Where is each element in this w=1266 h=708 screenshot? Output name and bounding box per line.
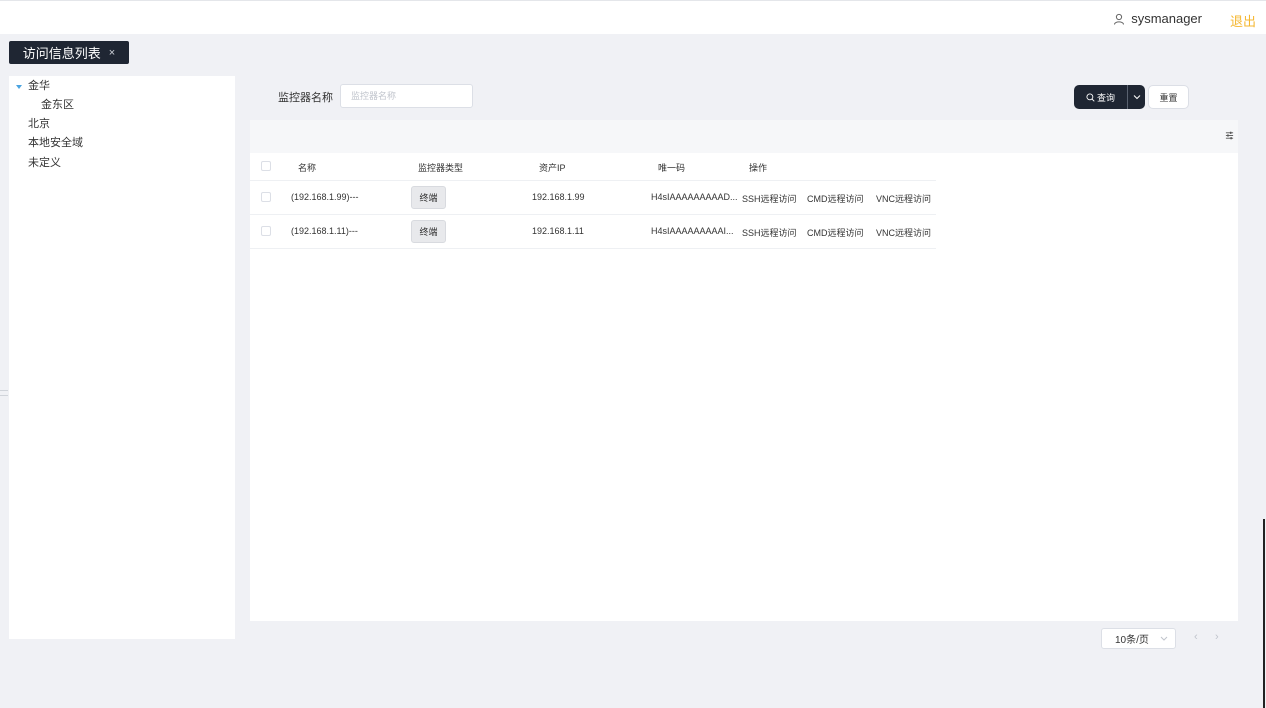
table-toolbar bbox=[250, 120, 1238, 153]
ssh-access-link[interactable]: SSH远程访问 bbox=[742, 192, 797, 205]
tree-node-label: 金东区 bbox=[41, 99, 74, 111]
monitor-name-label: 监控器名称 bbox=[278, 92, 333, 104]
domain-tree: 金华 金东区 北京 本地安全域 未定义 bbox=[9, 76, 235, 639]
username: sysmanager bbox=[1131, 11, 1202, 26]
row-checkbox[interactable] bbox=[261, 226, 271, 236]
logout-link[interactable]: 退出 bbox=[1230, 11, 1256, 30]
tab-close-icon[interactable]: × bbox=[109, 47, 115, 59]
cmd-access-link[interactable]: CMD远程访问 bbox=[807, 226, 864, 239]
column-header-monitor-type[interactable]: 监控器类型 bbox=[418, 161, 463, 174]
vnc-access-link[interactable]: VNC远程访问 bbox=[876, 226, 931, 239]
tree-node-label: 金华 bbox=[28, 80, 50, 92]
row-divider bbox=[250, 248, 936, 249]
page-size-label: 10条/页 bbox=[1115, 635, 1149, 646]
tree-node-local-domain[interactable]: 本地安全域 bbox=[28, 134, 83, 152]
cell-name: (192.168.1.11)--- bbox=[291, 226, 358, 236]
user-menu[interactable]: sysmanager bbox=[1113, 11, 1202, 26]
tab-label: 访问信息列表 bbox=[22, 46, 101, 61]
column-header-operations: 操作 bbox=[749, 163, 768, 173]
divider bbox=[0, 390, 8, 391]
tab-access-info-list[interactable]: 访问信息列表 × bbox=[9, 41, 129, 64]
cell-asset-ip: 192.168.1.99 bbox=[532, 192, 585, 202]
cell-unique-code: H4sIAAAAAAAAAI... bbox=[651, 226, 734, 236]
tree-node-beijing[interactable]: 北京 bbox=[28, 115, 50, 133]
tree-node-jinhua[interactable]: 金华 bbox=[9, 77, 209, 95]
table-panel: 名称 监控器类型 资产IP 唯一码 操作 (192.168.1.99)--- 终… bbox=[250, 120, 1238, 621]
cell-asset-ip: 192.168.1.11 bbox=[532, 226, 584, 236]
reset-button[interactable]: 重置 bbox=[1148, 85, 1189, 109]
cell-name: (192.168.1.99)--- bbox=[291, 192, 359, 202]
window-edge bbox=[1263, 519, 1265, 708]
tree-node-label: 未定义 bbox=[28, 157, 61, 169]
row-checkbox[interactable] bbox=[261, 192, 271, 202]
tree-node-jindong[interactable]: 金东区 bbox=[41, 96, 74, 114]
top-bar: sysmanager 退出 bbox=[0, 0, 1266, 34]
cmd-access-link[interactable]: CMD远程访问 bbox=[807, 192, 864, 205]
monitor-name-input[interactable] bbox=[340, 84, 473, 108]
query-main[interactable]: 查询 bbox=[1074, 85, 1127, 109]
type-tag[interactable]: 终端 bbox=[411, 220, 446, 243]
query-button[interactable]: 查询 bbox=[1074, 85, 1145, 109]
page-size-select[interactable]: 10条/页 bbox=[1101, 628, 1176, 649]
select-all-checkbox[interactable] bbox=[261, 161, 271, 171]
column-header-unique-code[interactable]: 唯一码 bbox=[658, 161, 685, 174]
row-divider bbox=[250, 214, 936, 215]
column-header-asset-ip[interactable]: 资产IP bbox=[539, 161, 566, 174]
chevron-down-icon bbox=[1160, 636, 1168, 641]
divider bbox=[0, 395, 8, 396]
query-label: 查询 bbox=[1096, 92, 1115, 103]
query-dropdown-toggle[interactable] bbox=[1128, 85, 1145, 109]
prev-page-button[interactable]: ‹ bbox=[1194, 631, 1198, 643]
type-tag[interactable]: 终端 bbox=[411, 186, 446, 209]
tree-node-undefined[interactable]: 未定义 bbox=[28, 154, 61, 172]
column-header-name[interactable]: 名称 bbox=[298, 161, 316, 174]
chevron-down-icon bbox=[1133, 95, 1140, 100]
search-icon bbox=[1086, 92, 1095, 102]
next-page-button[interactable]: › bbox=[1215, 631, 1219, 643]
vnc-access-link[interactable]: VNC远程访问 bbox=[876, 192, 931, 205]
cell-unique-code: H4sIAAAAAAAAAD... bbox=[651, 192, 738, 202]
tree-node-label: 北京 bbox=[28, 118, 50, 130]
column-settings-icon[interactable] bbox=[1225, 131, 1234, 140]
row-divider bbox=[250, 180, 936, 181]
user-icon bbox=[1114, 13, 1125, 25]
caret-down-icon[interactable] bbox=[16, 85, 22, 89]
ssh-access-link[interactable]: SSH远程访问 bbox=[742, 226, 797, 239]
tree-node-label: 本地安全域 bbox=[28, 137, 83, 149]
